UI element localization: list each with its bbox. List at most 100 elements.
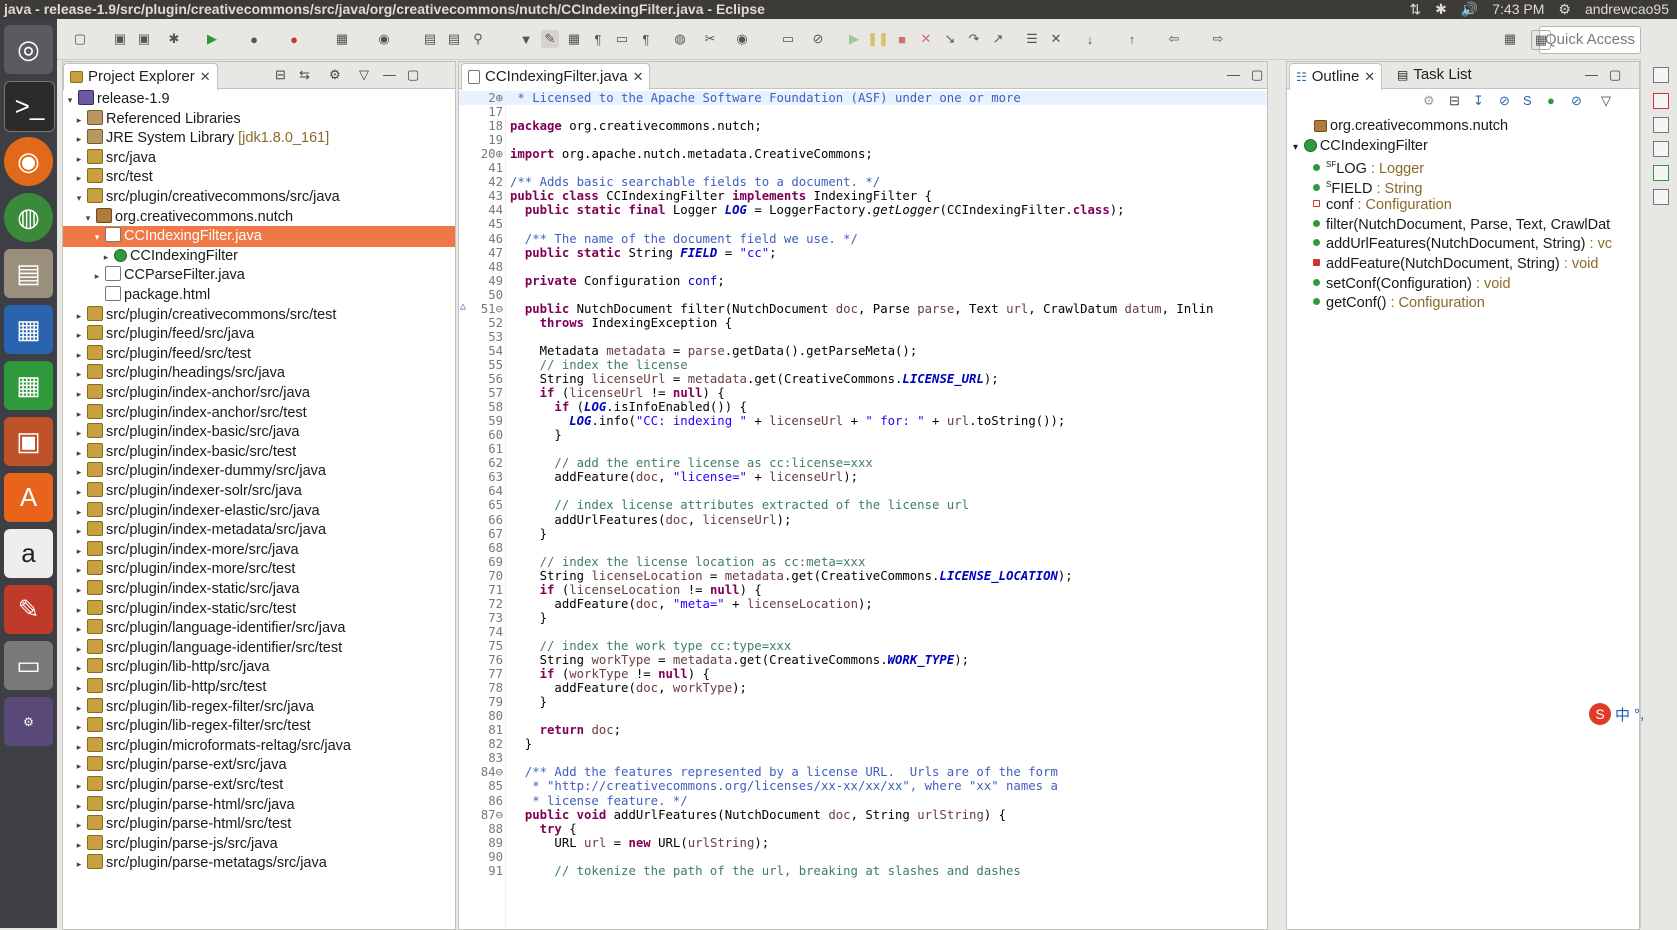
outline-item[interactable]: ▾ CCIndexingFilter bbox=[1287, 136, 1639, 156]
new-java-project-icon[interactable]: ▦ bbox=[333, 30, 351, 48]
software-center-icon[interactable]: A bbox=[4, 473, 53, 522]
code-line[interactable]: 75 // index the work type cc:type=xxx bbox=[459, 639, 1267, 653]
tree-item[interactable]: ▾ release-1.9 bbox=[63, 89, 455, 110]
open-task-icon[interactable]: ▤ bbox=[445, 30, 463, 48]
code-line[interactable]: 61 bbox=[459, 442, 1267, 456]
code-line[interactable]: 76 String workType = metadata.get(Creati… bbox=[459, 653, 1267, 667]
code-line[interactable]: 55 // index the license bbox=[459, 358, 1267, 372]
toggle-mark-icon[interactable]: ▼ bbox=[517, 30, 535, 48]
code-line[interactable]: 47 public static String FIELD = "cc"; bbox=[459, 246, 1267, 260]
code-line[interactable]: 63 addFeature(doc, "license=" + licenseU… bbox=[459, 470, 1267, 484]
outline-item[interactable]: getConf() : Configuration bbox=[1287, 293, 1639, 313]
forward-icon[interactable]: ⇨ bbox=[1209, 30, 1227, 48]
code-line[interactable]: 62 // add the entire license as cc:licen… bbox=[459, 456, 1267, 470]
open-perspective-icon[interactable]: ▦ bbox=[1501, 30, 1519, 48]
code-line[interactable]: 66 addUrlFeatures(doc, licenseUrl); bbox=[459, 513, 1267, 527]
code-line[interactable]: 85 * "http://creativecommons.org/license… bbox=[459, 779, 1267, 793]
hide-local-types-icon[interactable]: ⊘ bbox=[1571, 93, 1582, 109]
run-icon[interactable]: ▶ bbox=[203, 30, 221, 48]
tree-item[interactable]: ▸ src/plugin/creativecommons/src/test bbox=[63, 305, 455, 326]
code-line[interactable]: 71 if (licenseLocation != null) { bbox=[459, 583, 1267, 597]
collapse-all-icon[interactable]: ⊟ bbox=[275, 67, 286, 83]
tree-item[interactable]: ▸ src/plugin/index-anchor/src/test bbox=[63, 403, 455, 424]
view-menu-icon[interactable]: ▽ bbox=[1601, 93, 1611, 109]
console-view-icon[interactable] bbox=[1653, 189, 1669, 205]
username[interactable]: andrewcao95 bbox=[1585, 0, 1669, 19]
minimize-icon[interactable]: — bbox=[1585, 67, 1598, 82]
save-icon[interactable]: ▣ bbox=[111, 30, 129, 48]
toggle-breadcrumb-icon[interactable]: ▭ bbox=[613, 30, 631, 48]
next-edit-icon[interactable]: ↓ bbox=[1081, 30, 1099, 48]
disconnect-icon[interactable]: ✕ bbox=[917, 30, 935, 48]
code-line[interactable]: 90 bbox=[459, 850, 1267, 864]
close-icon[interactable]: ✕ bbox=[633, 64, 644, 90]
tree-item[interactable]: ▸ src/plugin/lib-regex-filter/src/test bbox=[63, 716, 455, 737]
code-line[interactable]: 57 if (licenseUrl != null) { bbox=[459, 386, 1267, 400]
highlight-icon[interactable]: ✎ bbox=[541, 30, 559, 48]
eclipse-ide-icon[interactable]: ⚙ bbox=[4, 697, 53, 746]
maximize-icon[interactable]: ▢ bbox=[407, 67, 419, 83]
back-icon[interactable]: ⇦ bbox=[1165, 30, 1183, 48]
tab-outline[interactable]: ☷ Outline ✕ bbox=[1289, 63, 1383, 90]
code-line[interactable]: 79 } bbox=[459, 695, 1267, 709]
new-class-icon[interactable]: ◉ bbox=[375, 30, 393, 48]
show-whitespace-icon[interactable]: ¶ bbox=[589, 30, 607, 48]
code-line[interactable]: 82 } bbox=[459, 737, 1267, 751]
java-ee-perspective-icon[interactable]: ▦ bbox=[1531, 30, 1551, 50]
quick-access-input[interactable]: Quick Access bbox=[1539, 26, 1641, 54]
code-line[interactable]: 84⊖ /** Add the features represented by … bbox=[459, 765, 1267, 779]
focus-icon[interactable]: ⚙ bbox=[1423, 93, 1435, 109]
code-line[interactable]: 67 } bbox=[459, 527, 1267, 541]
tree-item[interactable]: ▸ CCParseFilter.java bbox=[63, 265, 455, 286]
tree-item[interactable]: ▸ src/plugin/feed/src/java bbox=[63, 324, 455, 345]
view-menu-icon[interactable]: ▽ bbox=[359, 67, 369, 83]
code-line[interactable]: 17 bbox=[459, 105, 1267, 119]
outline-item[interactable]: addUrlFeatures(NutchDocument, String) : … bbox=[1287, 234, 1639, 254]
tree-item[interactable]: ▸ src/plugin/parse-html/src/test bbox=[63, 814, 455, 835]
outline-item[interactable]: org.creativecommons.nutch bbox=[1287, 116, 1639, 136]
code-line[interactable]: 72 addFeature(doc, "meta=" + licenseLoca… bbox=[459, 597, 1267, 611]
prev-annotation-icon[interactable]: ✕ bbox=[1047, 30, 1065, 48]
suspend-icon[interactable]: ❚❚ bbox=[867, 30, 889, 48]
code-line[interactable]: 53 bbox=[459, 330, 1267, 344]
tree-item[interactable]: ▸ src/plugin/lib-regex-filter/src/java bbox=[63, 697, 455, 718]
code-line[interactable]: 80 bbox=[459, 709, 1267, 723]
code-line[interactable]: 89 URL url = new URL(urlString); bbox=[459, 836, 1267, 850]
code-line[interactable]: 77 if (workType != null) { bbox=[459, 667, 1267, 681]
code-line[interactable]: 59 LOG.info("CC: indexing " + licenseUrl… bbox=[459, 414, 1267, 428]
volume-icon[interactable]: 🔊 bbox=[1461, 0, 1478, 19]
firefox-icon[interactable]: ◉ bbox=[4, 137, 53, 186]
tree-item[interactable]: ▸ src/plugin/index-more/src/test bbox=[63, 559, 455, 580]
code-line[interactable]: 91 // tokenize the path of the url, brea… bbox=[459, 864, 1267, 878]
restore-icon[interactable] bbox=[1653, 67, 1669, 83]
open-type-icon[interactable]: ▤ bbox=[421, 30, 439, 48]
amazon-icon[interactable]: a bbox=[4, 529, 53, 578]
maximize-icon[interactable]: ▢ bbox=[1251, 67, 1263, 83]
writer-icon[interactable]: ▦ bbox=[4, 305, 53, 354]
tree-item[interactable]: ▸ src/plugin/language-identifier/src/java bbox=[63, 618, 455, 639]
code-line[interactable]: 42 /** Adds basic searchable fields to a … bbox=[459, 175, 1267, 189]
outline-item[interactable]: setConf(Configuration) : void bbox=[1287, 274, 1639, 294]
target-icon[interactable]: ◉ bbox=[733, 30, 751, 48]
code-line[interactable]: 73 } bbox=[459, 611, 1267, 625]
block-selection-icon[interactable]: ▦ bbox=[565, 30, 583, 48]
resume-icon[interactable]: ▶ bbox=[845, 30, 863, 48]
code-line[interactable]: 18 package org.creativecommons.nutch; bbox=[459, 119, 1267, 133]
code-line[interactable]: 50 bbox=[459, 288, 1267, 302]
clock[interactable]: 7:43 PM bbox=[1492, 0, 1544, 19]
link-with-editor-icon[interactable]: ⇆ bbox=[299, 67, 310, 83]
code-line[interactable]: 56 String licenseUrl = metadata.get(Crea… bbox=[459, 372, 1267, 386]
problems-icon[interactable] bbox=[1653, 93, 1669, 109]
skip-breakpoints-icon[interactable]: ⊘ bbox=[809, 30, 827, 48]
dash-icon[interactable]: ◎ bbox=[4, 25, 53, 74]
tree-item[interactable]: ▸ src/plugin/lib-http/src/java bbox=[63, 657, 455, 678]
tab-task-list[interactable]: ▤ Task List bbox=[1391, 62, 1478, 88]
code-line[interactable]: 74 bbox=[459, 625, 1267, 639]
code-line[interactable]: 44 public static final Logger LOG = Logg… bbox=[459, 203, 1267, 217]
code-line[interactable]: 60 } bbox=[459, 428, 1267, 442]
code-line[interactable]: 49 private Configuration conf; bbox=[459, 274, 1267, 288]
outline-item[interactable]: SFIELD : String bbox=[1287, 175, 1639, 197]
close-icon[interactable]: ✕ bbox=[1364, 64, 1375, 90]
code-line[interactable]: 64 bbox=[459, 484, 1267, 498]
tree-item[interactable]: ▾ src/plugin/creativecommons/src/java bbox=[63, 187, 455, 208]
